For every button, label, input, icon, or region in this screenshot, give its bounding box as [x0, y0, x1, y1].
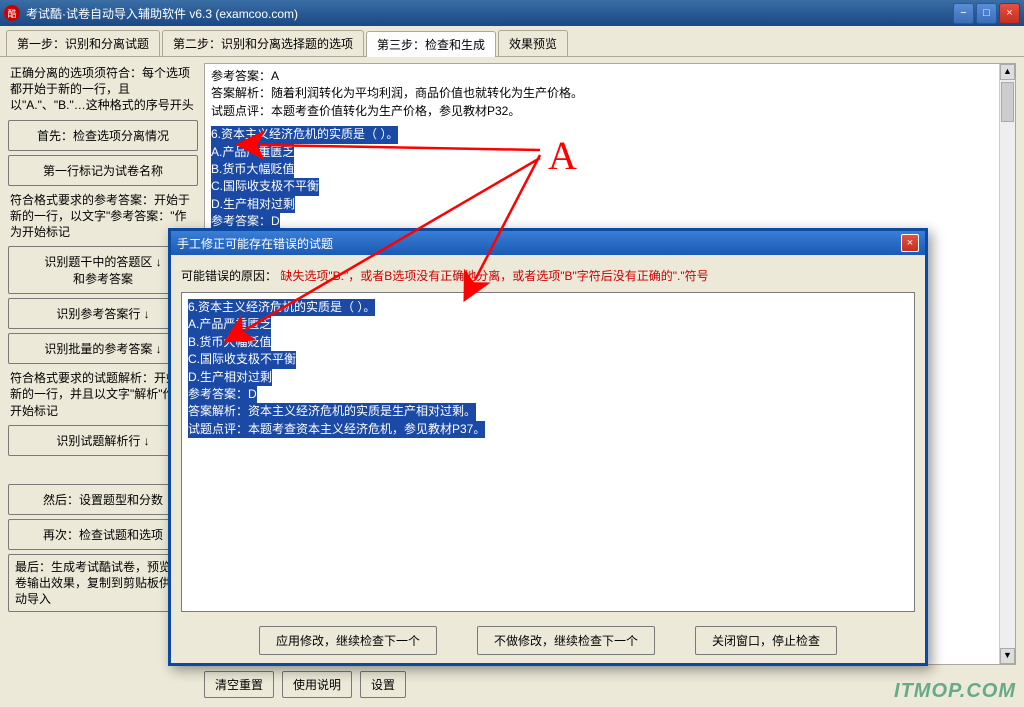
- btn-first-line-title[interactable]: 第一行标记为试卷名称: [8, 155, 198, 186]
- window-titlebar: 酷 考试酷·试卷自动导入辅助软件 v6.3 (examcoo.com) − □ …: [0, 0, 1024, 26]
- line-review: 试题点评：本题考查价值转化为生产价格，参见教材P32。: [211, 103, 1009, 120]
- dlg-analysis: 答案解析：资本主义经济危机的实质是生产相对过剩。: [188, 403, 476, 420]
- dialog-title: 手工修正可能存在错误的试题: [177, 235, 901, 252]
- btn-check-split[interactable]: 首先：检查选项分离情况: [8, 120, 198, 151]
- dlg-review: 试题点评：本题考查资本主义经济危机，参见教材P37。: [188, 421, 485, 438]
- desc-options: 正确分离的选项须符合：每个选项都开始于新的一行，且以"A."、"B."…这种格式…: [8, 63, 198, 116]
- hl-opt-c: C.国际收支极不平衡: [211, 178, 319, 195]
- maximize-button[interactable]: □: [976, 3, 997, 24]
- window-title: 考试酷·试卷自动导入辅助软件 v6.3 (examcoo.com): [26, 5, 953, 22]
- btn-apply-next[interactable]: 应用修改，继续检查下一个: [259, 626, 437, 655]
- btn-skip-next[interactable]: 不做修改，继续检查下一个: [477, 626, 655, 655]
- minimize-button[interactable]: −: [953, 3, 974, 24]
- dlg-opt-c: C.国际收支极不平衡: [188, 351, 296, 368]
- fix-error-dialog: 手工修正可能存在错误的试题 × 可能错误的原因： 缺失选项"B."，或者B选项没…: [168, 228, 928, 666]
- error-label: 可能错误的原因：: [181, 269, 277, 283]
- dialog-buttons: 应用修改，继续检查下一个 不做修改，继续检查下一个 关闭窗口，停止检查: [171, 618, 925, 663]
- dlg-opt-d: D.生产相对过剩: [188, 369, 272, 386]
- scroll-thumb[interactable]: [1001, 82, 1014, 122]
- hl-question: 6.资本主义经济危机的实质是（ ）。: [211, 126, 398, 143]
- hl-opt-d: D.生产相对过剩: [211, 196, 295, 213]
- dlg-ans: 参考答案：D: [188, 386, 257, 403]
- error-text: 缺失选项"B."，或者B选项没有正确地分离，或者选项"B"字符后没有正确的"."…: [280, 269, 708, 283]
- dialog-titlebar: 手工修正可能存在错误的试题 ×: [171, 231, 925, 255]
- line-answer: 参考答案：A: [211, 68, 1009, 85]
- tab-preview[interactable]: 效果预览: [498, 30, 568, 56]
- error-reason-line: 可能错误的原因： 缺失选项"B."，或者B选项没有正确地分离，或者选项"B"字符…: [171, 255, 925, 292]
- btn-clear[interactable]: 清空重置: [204, 671, 274, 698]
- tab-step1[interactable]: 第一步：识别和分离试题: [6, 30, 160, 56]
- scroll-down-icon[interactable]: ▼: [1000, 648, 1015, 664]
- dialog-close-button[interactable]: ×: [901, 234, 919, 252]
- dlg-opt-a: A.产品严重匮乏: [188, 316, 271, 333]
- watermark: ITMOP.COM: [894, 680, 1016, 703]
- hl-opt-b: B.货币大幅贬值: [211, 161, 294, 178]
- hl-opt-a: A.产品严重匮乏: [211, 144, 294, 161]
- scrollbar[interactable]: ▲ ▼: [999, 64, 1015, 664]
- btn-settings[interactable]: 设置: [360, 671, 406, 698]
- main-tabs: 第一步：识别和分离试题 第二步：识别和分离选择题的选项 第三步：检查和生成 效果…: [0, 26, 1024, 57]
- dialog-edit-area[interactable]: 6.资本主义经济危机的实质是（ ）。 A.产品严重匮乏 B.货币大幅贬值 C.国…: [181, 292, 915, 612]
- line-analysis: 答案解析：随着利润转化为平均利润，商品价值也就转化为生产价格。: [211, 85, 1009, 102]
- close-button[interactable]: ×: [999, 3, 1020, 24]
- dlg-question: 6.资本主义经济危机的实质是（ ）。: [188, 299, 375, 316]
- btn-stop-close[interactable]: 关闭窗口，停止检查: [695, 626, 837, 655]
- dlg-opt-b: B.货币大幅贬值: [188, 334, 271, 351]
- app-icon: 酷: [4, 5, 20, 21]
- tab-step2[interactable]: 第二步：识别和分离选择题的选项: [162, 30, 364, 56]
- btn-help[interactable]: 使用说明: [282, 671, 352, 698]
- tab-step3[interactable]: 第三步：检查和生成: [366, 31, 496, 57]
- scroll-up-icon[interactable]: ▲: [1000, 64, 1015, 80]
